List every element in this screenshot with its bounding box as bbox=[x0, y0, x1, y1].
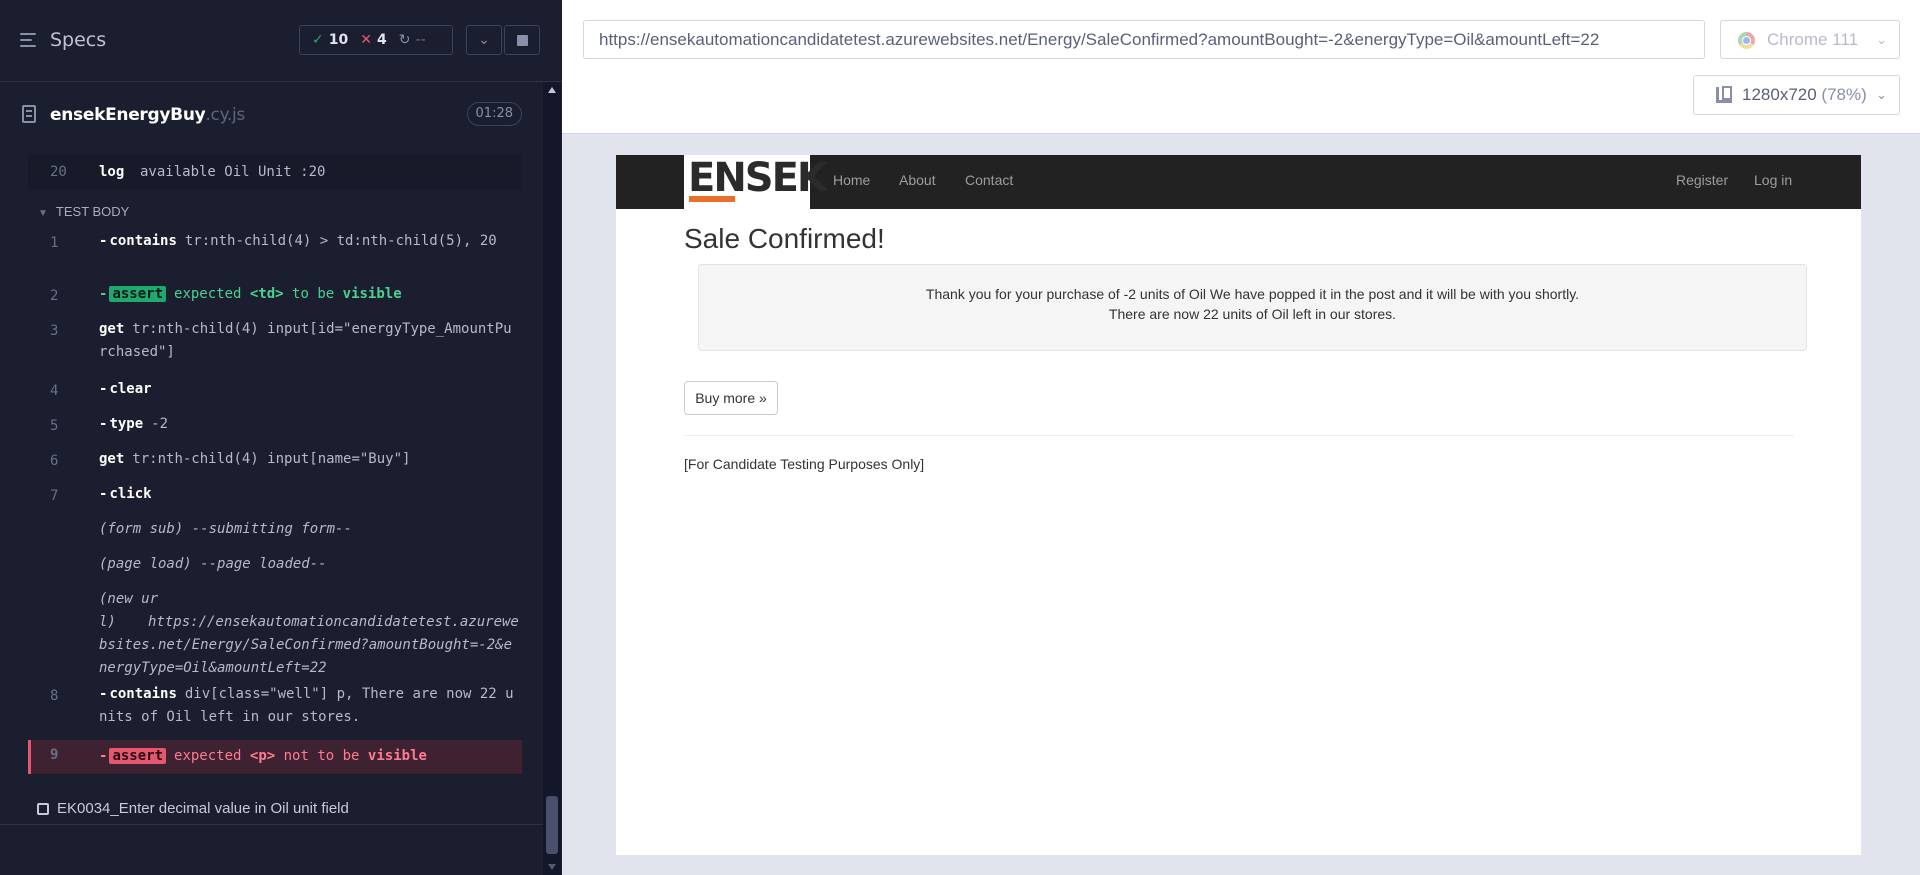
nav-login[interactable]: Log in bbox=[1754, 172, 1792, 188]
aut-header: https://ensekautomationcandidatetest.azu… bbox=[562, 0, 1920, 134]
reporter-header: Specs ✓ 10 ✕ 4 ↻ -- ⌄ bbox=[0, 0, 562, 82]
divider bbox=[684, 435, 1794, 436]
event-row-new-url[interactable]: (new url) https://ensekautomationcandida… bbox=[28, 591, 522, 676]
checkbox-icon bbox=[37, 803, 49, 815]
viewport-icon bbox=[1716, 86, 1732, 103]
spinner-icon: ↻ bbox=[398, 32, 411, 48]
logo-accent-bar bbox=[689, 196, 735, 202]
app-under-test-panel: https://ensekautomationcandidatetest.azu… bbox=[562, 0, 1920, 875]
check-icon: ✓ bbox=[312, 32, 324, 48]
command-row[interactable]: 5 - type -2 bbox=[28, 416, 522, 442]
stop-button[interactable] bbox=[504, 25, 540, 55]
nav-home[interactable]: Home bbox=[833, 172, 870, 188]
chevron-down-icon: ⌄ bbox=[1876, 32, 1887, 47]
page-title: Sale Confirmed! bbox=[684, 223, 885, 254]
pending-count: ↻ -- bbox=[398, 32, 426, 48]
command-row[interactable]: 8 - contains div[class="well"] p, There ar… bbox=[28, 686, 522, 734]
scroll-down-arrow-icon[interactable] bbox=[548, 864, 556, 870]
buy-more-button[interactable]: Buy more » bbox=[684, 381, 778, 415]
event-row[interactable]: (form sub) --submitting form-- bbox=[28, 521, 522, 547]
chevron-down-icon: ⌄ bbox=[478, 32, 490, 48]
command-log-panel: Specs ✓ 10 ✕ 4 ↻ -- ⌄ ensekEnergyBuy.cy.… bbox=[0, 0, 562, 875]
scrollbar-thumb[interactable] bbox=[546, 796, 558, 854]
chrome-icon bbox=[1738, 32, 1755, 49]
spec-duration: 01:28 bbox=[466, 102, 522, 126]
url-bar[interactable]: https://ensekautomationcandidatetest.azu… bbox=[583, 20, 1705, 59]
test-title: EK0034_Enter decimal value in Oil unit f… bbox=[57, 800, 349, 817]
spec-file-name: ensekEnergyBuy.cy.js bbox=[50, 105, 245, 125]
command-row-log[interactable]: 20 log available Oil Unit :20 bbox=[28, 154, 522, 190]
nav-contact[interactable]: Contact bbox=[965, 172, 1013, 188]
passed-count: ✓ 10 bbox=[312, 32, 349, 48]
spec-file-header[interactable]: ensekEnergyBuy.cy.js 01:28 bbox=[0, 95, 534, 135]
nav-register[interactable]: Register bbox=[1676, 172, 1728, 188]
command-row[interactable]: 7 - click bbox=[28, 486, 522, 512]
scroll-up-arrow-icon[interactable] bbox=[548, 87, 556, 93]
command-row[interactable]: 6 get tr:nth-child(4) input[name="Buy"] bbox=[28, 451, 522, 477]
expand-collapse-button[interactable]: ⌄ bbox=[466, 25, 502, 55]
command-list: 20 log available Oil Unit :20 ▼ TEST BODY… bbox=[0, 150, 534, 822]
command-row[interactable]: 3 get tr:nth-child(4) input[id="energyTyp… bbox=[28, 321, 522, 369]
failed-count: ✕ 4 bbox=[360, 32, 387, 48]
command-row[interactable]: 1 - contains tr:nth-child(4) > td:nth-chil… bbox=[28, 233, 522, 281]
ensek-logo[interactable]: ENSEK bbox=[684, 155, 828, 209]
stock-remaining-message: There are now 22 units of Oil left in ou… bbox=[1108, 306, 1397, 322]
event-row[interactable]: (page load) --page loaded-- bbox=[28, 556, 522, 582]
chevron-down-icon: ⌄ bbox=[1876, 87, 1887, 102]
viewport-selector[interactable]: 1280x720 (78%) ⌄ bbox=[1693, 75, 1900, 115]
assertion-row-passed[interactable]: 2 - assert expected <td> to be visible bbox=[28, 286, 522, 312]
assertion-row-failed[interactable]: 9 - assert expected <p> not to be visible bbox=[28, 740, 522, 774]
browser-selector[interactable]: Chrome 111 ⌄ bbox=[1720, 20, 1900, 59]
confirmation-well: Thank you for your purchase of -2 units … bbox=[698, 264, 1807, 351]
test-item-next[interactable]: EK0034_Enter decimal value in Oil unit f… bbox=[0, 790, 534, 824]
specs-list-icon[interactable] bbox=[20, 33, 40, 49]
x-icon: ✕ bbox=[360, 32, 372, 48]
specs-title[interactable]: Specs bbox=[50, 29, 106, 51]
app-iframe: ENSEK Home About Contact Register Log in… bbox=[616, 155, 1861, 855]
document-icon bbox=[22, 105, 36, 123]
test-body-section-header[interactable]: ▼ TEST BODY bbox=[38, 204, 129, 219]
stop-icon bbox=[516, 34, 528, 46]
chevron-down-icon: ▼ bbox=[38, 208, 48, 219]
scrollbar[interactable] bbox=[543, 82, 561, 875]
confirmation-message: Thank you for your purchase of -2 units … bbox=[925, 286, 1580, 302]
command-row[interactable]: 4 - clear bbox=[28, 381, 522, 407]
nav-about[interactable]: About bbox=[899, 172, 936, 188]
site-navbar: ENSEK Home About Contact Register Log in bbox=[616, 155, 1861, 209]
divider bbox=[0, 824, 544, 825]
footer-text: [For Candidate Testing Purposes Only] bbox=[684, 456, 925, 472]
test-stats: ✓ 10 ✕ 4 ↻ -- bbox=[299, 25, 453, 55]
